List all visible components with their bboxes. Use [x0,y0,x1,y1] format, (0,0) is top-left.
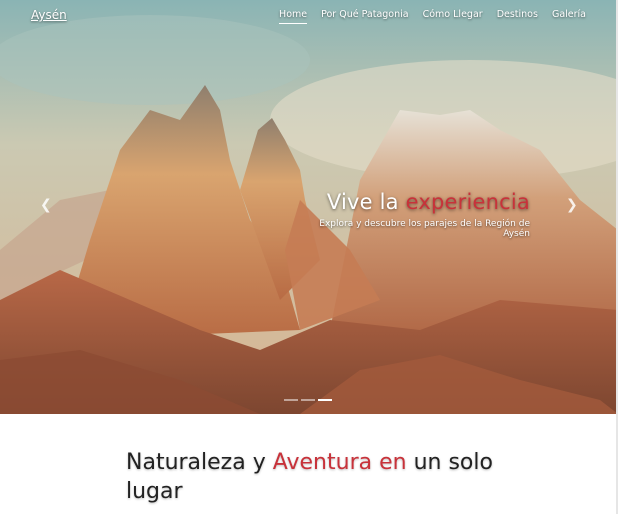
hero-title-plain: Vive la [326,190,399,214]
section-title-part1: Naturaleza y [126,450,266,475]
hero-carousel: Aysén Home Por Qué Patagonia Cómo Llegar… [0,0,618,414]
nav-menu: Home Por Qué Patagonia Cómo Llegar Desti… [279,9,586,24]
chevron-right-icon[interactable]: ❯ [566,197,578,213]
hero-title-accent: experiencia [405,190,530,214]
nav-item-por-que-patagonia[interactable]: Por Qué Patagonia [321,9,409,24]
section-title: Naturaleza y Aventura en un solo lugar [126,448,526,506]
carousel-caption: Vive la experiencia Explora y descubre l… [290,190,530,239]
nav-item-home[interactable]: Home [279,9,308,24]
chevron-left-icon[interactable]: ❮ [40,197,52,213]
carousel-indicator-2[interactable] [301,399,315,401]
top-navbar: Aysén Home Por Qué Patagonia Cómo Llegar… [0,0,618,30]
carousel-indicator-1[interactable] [284,399,298,401]
carousel-indicator-3[interactable] [318,399,332,401]
nav-item-como-llegar[interactable]: Cómo Llegar [423,9,483,24]
section-title-accent: Aventura en [272,450,407,475]
nav-item-galeria[interactable]: Galería [552,9,586,24]
nav-item-destinos[interactable]: Destinos [497,9,538,24]
hero-subtitle: Explora y descubre los parajes de la Reg… [319,219,530,239]
hero-title: Vive la experiencia [290,190,530,214]
carousel-indicators [284,399,332,401]
brand-link[interactable]: Aysén [31,8,67,22]
